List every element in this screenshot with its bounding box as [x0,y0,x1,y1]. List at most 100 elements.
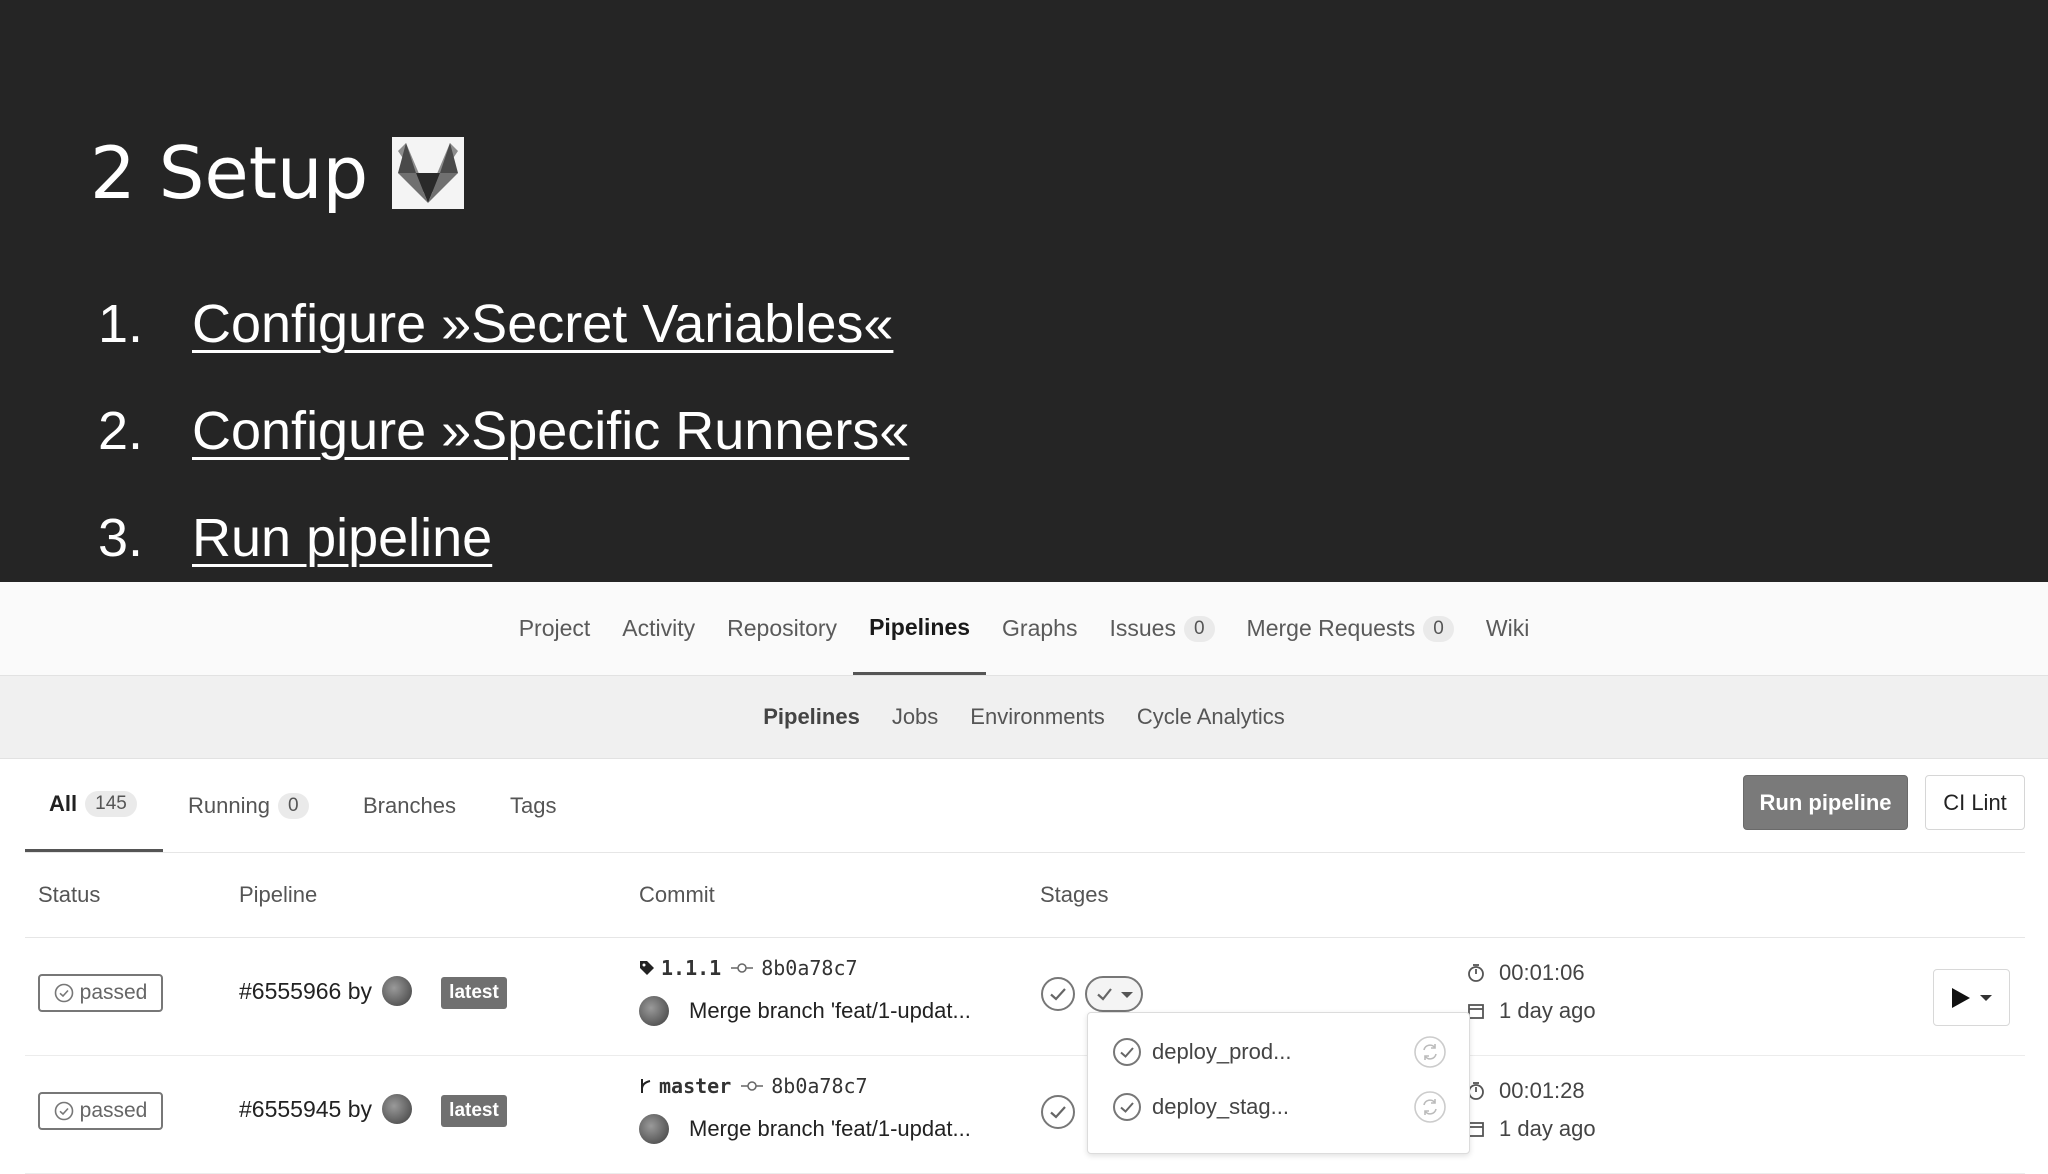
commit-title: Merge branch 'feat/1-updat... [639,996,971,1026]
step-link-secret-variables[interactable]: Configure »Secret Variables« [192,293,893,355]
check-circle-icon [54,983,73,1003]
retry-icon[interactable] [1413,1035,1447,1069]
duration-text: 00:01:06 [1499,960,1585,985]
retry-icon[interactable] [1413,1090,1447,1124]
avatar[interactable] [639,996,669,1026]
tag-icon [640,961,654,975]
step-number: 2. [98,400,144,461]
check-circle-icon [1113,1038,1141,1066]
nav-repository[interactable]: Repository [711,582,853,675]
check-circle-icon [54,1101,73,1121]
stage-job-item[interactable]: deploy_prod... [1112,1032,1291,1072]
tab-branches[interactable]: Branches [363,759,456,852]
slide-header: 2 Setup 1. Configure »Secret Variables« … [0,0,2048,582]
stage-job-name: deploy_stag... [1152,1094,1289,1119]
ci-lint-button[interactable]: CI Lint [1925,775,2025,830]
tab-running-count: 0 [277,792,309,819]
step-number: 3. [98,507,144,568]
stage-jobs-dropdown: deploy_prod... deploy_stag... [1087,1012,1470,1154]
pipeline-id-link[interactable]: #6555945 by [239,1094,413,1124]
table-row: passed #6555966 by latest 1.1.1 8b0a78c7… [25,938,2025,1056]
latest-badge: latest [441,977,507,1009]
subnav-jobs[interactable]: Jobs [876,704,954,730]
nav-pipelines[interactable]: Pipelines [853,582,987,675]
slide-title-text: 2 Setup [90,131,369,215]
timer-icon [1468,964,1484,982]
nav-graphs[interactable]: Graphs [986,582,1093,675]
commit-icon [731,963,754,973]
nav-issues-label: Issues [1109,615,1176,641]
nav-merge-requests-label: Merge Requests [1246,615,1416,641]
status-badge[interactable]: passed [38,974,163,1012]
ref-name[interactable]: master [659,1074,731,1098]
stage-dropdown-toggle-icon[interactable] [1085,976,1143,1012]
branch-icon [641,1079,651,1093]
commit-icon [741,1081,764,1091]
nav-issues[interactable]: Issues 0 [1093,582,1230,675]
setup-step: 3. Run pipeline [98,484,909,591]
header-stages: Stages [1040,882,1109,907]
ref-name[interactable]: 1.1.1 [661,956,721,980]
duration-text: 00:01:28 [1499,1078,1585,1103]
commit-title: Merge branch 'feat/1-updat... [639,1114,971,1144]
step-link-run-pipeline[interactable]: Run pipeline [192,507,492,569]
merge-requests-count-badge: 0 [1423,615,1454,642]
status-badge[interactable]: passed [38,1092,163,1130]
pipeline-id: #6555945 by [239,1095,373,1122]
play-icon [1951,987,1992,1008]
gitlab-app: Project Activity Repository Pipelines Gr… [0,582,2048,1174]
run-pipeline-button[interactable]: Run pipeline [1743,775,1908,830]
stage-job-name: deploy_prod... [1152,1039,1292,1064]
avatar[interactable] [382,976,413,1006]
subnav-cycle-analytics[interactable]: Cycle Analytics [1121,704,1301,730]
check-circle-icon [1113,1093,1141,1121]
tab-all[interactable]: All 145 [25,759,163,852]
pipeline-id: #6555966 by [239,977,373,1004]
gitlab-logo-icon [392,137,465,209]
duration: 00:01:28 [1467,1078,1585,1104]
table-row: passed #6555945 by latest master 8b0a78c… [25,1056,2025,1174]
commit-message[interactable]: Merge branch 'feat/1-updat... [689,998,971,1024]
manual-actions-button[interactable] [1933,969,2010,1026]
header-commit: Commit [639,882,715,907]
tab-all-count: 145 [85,791,137,817]
commit-message[interactable]: Merge branch 'feat/1-updat... [689,1116,971,1142]
stage-passed-icon[interactable] [1040,976,1076,1012]
commit-ref: 1.1.1 8b0a78c7 [639,956,858,980]
tab-tags[interactable]: Tags [510,759,556,852]
tab-running-label: Running [188,792,270,818]
pipelines-subnav: Pipelines Jobs Environments Cycle Analyt… [0,676,2048,759]
pipelines-table-header: Status Pipeline Commit Stages [25,853,2025,938]
duration: 00:01:06 [1467,960,1585,986]
avatar[interactable] [639,1114,669,1144]
pipeline-id-link[interactable]: #6555966 by [239,976,413,1006]
tab-all-label: All [49,791,78,816]
slide-title: 2 Setup [90,128,465,218]
nav-activity[interactable]: Activity [606,582,711,675]
issues-count-badge: 0 [1183,615,1215,642]
nav-project[interactable]: Project [503,582,607,675]
nav-merge-requests[interactable]: Merge Requests 0 [1231,582,1470,675]
latest-badge: latest [441,1095,507,1127]
step-link-specific-runners[interactable]: Configure »Specific Runners« [192,400,909,462]
subnav-environments[interactable]: Environments [954,704,1121,730]
commit-sha[interactable]: 8b0a78c7 [761,956,857,980]
project-nav: Project Activity Repository Pipelines Gr… [0,582,2048,676]
header-pipeline: Pipeline [239,882,318,907]
setup-step: 1. Configure »Secret Variables« [98,270,909,377]
status-text: passed [79,1099,148,1122]
tab-running[interactable]: Running 0 [188,759,309,852]
avatar[interactable] [382,1094,413,1124]
setup-steps: 1. Configure »Secret Variables« 2. Confi… [98,270,909,591]
stage-job-item[interactable]: deploy_stag... [1112,1087,1289,1127]
commit-sha[interactable]: 8b0a78c7 [771,1074,867,1098]
step-number: 1. [98,293,144,354]
stage-passed-icon[interactable] [1040,1094,1076,1130]
status-text: passed [79,981,148,1004]
finished-time: 1 day ago [1467,1116,1596,1142]
nav-wiki[interactable]: Wiki [1470,582,1545,675]
finished-text: 1 day ago [1499,998,1596,1023]
pipeline-scope-tabs: All 145 Running 0 Branches Tags Run pipe… [25,759,2025,853]
setup-step: 2. Configure »Specific Runners« [98,377,909,484]
subnav-pipelines[interactable]: Pipelines [747,704,876,730]
